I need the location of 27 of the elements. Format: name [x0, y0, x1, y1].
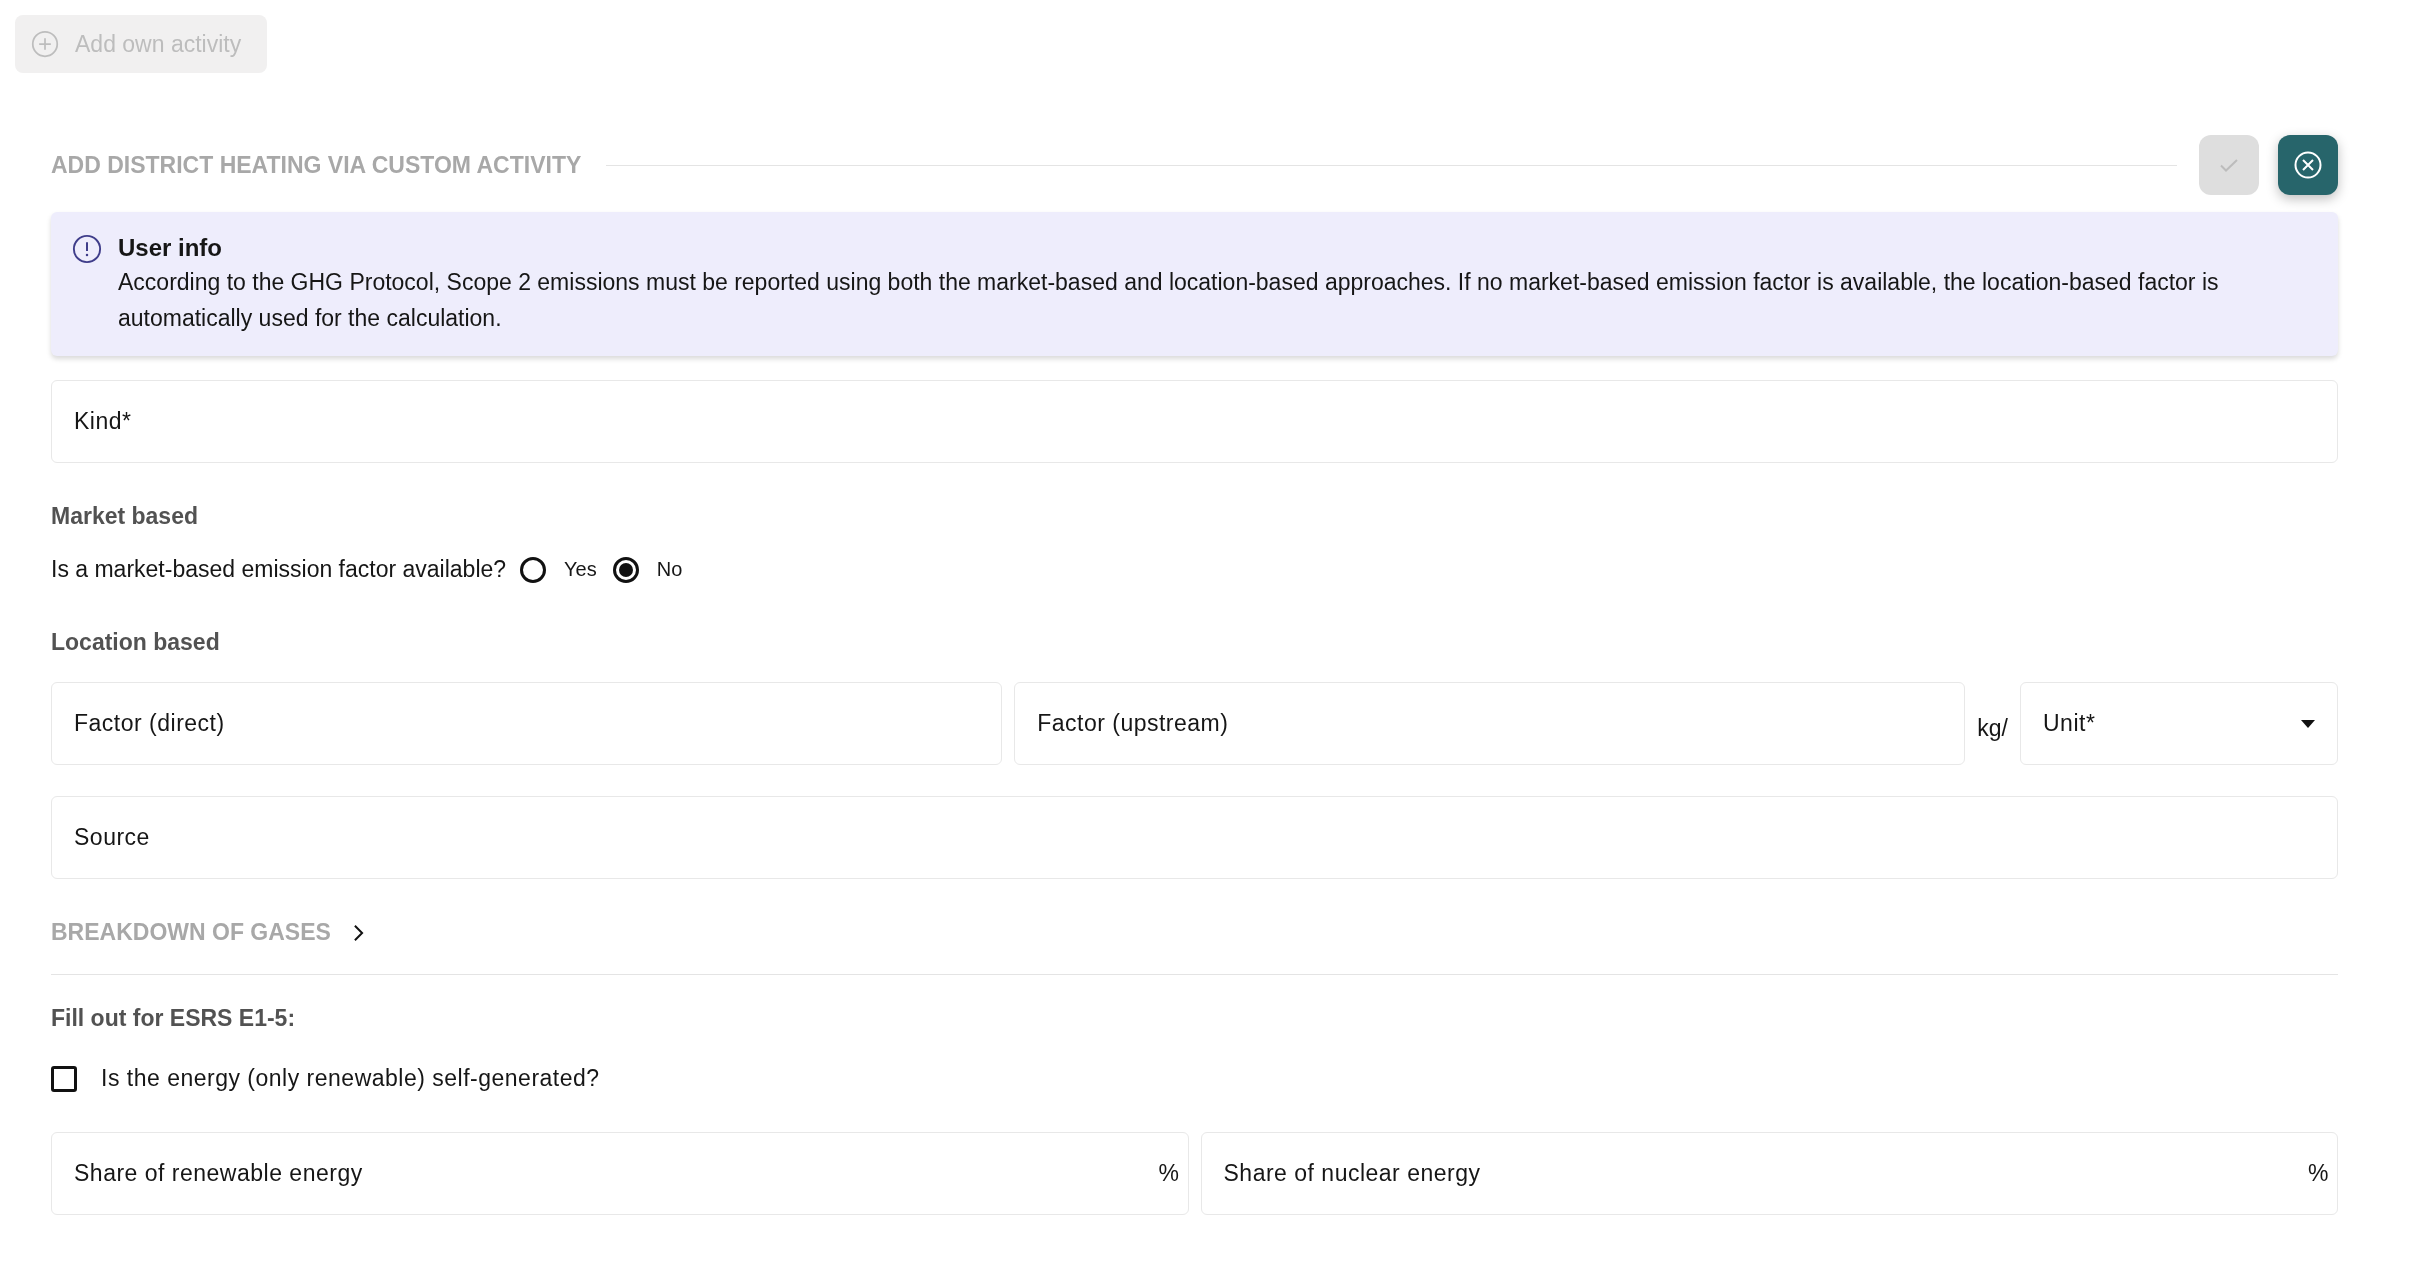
- factor-direct-field[interactable]: Factor (direct): [51, 682, 1003, 765]
- radio-label[interactable]: Yes: [564, 558, 597, 581]
- close-button[interactable]: [2278, 135, 2338, 195]
- checkbox[interactable]: [51, 1065, 77, 1092]
- unit-dropdown[interactable]: Unit*: [2020, 682, 2338, 765]
- kind-field[interactable]: Kind*: [51, 380, 2338, 463]
- radio-label[interactable]: No: [656, 558, 683, 581]
- percentage-field[interactable]: Share of nuclear energy %: [1200, 1132, 2338, 1215]
- plus-circle-icon: [31, 30, 59, 58]
- section-heading: Location based: [51, 629, 221, 656]
- chevron-icon: [352, 923, 364, 942]
- exclamation-circle-icon: [72, 234, 102, 264]
- info-title: User info: [118, 233, 223, 263]
- info-text: According to the GHG Protocol, Scope 2 emissions must be reported using both the market-based and location-based approaches. If no market-based emission factor is available, the location-based factor is automatically used for the calculation.: [118, 268, 2220, 333]
- source-field[interactable]: Source: [51, 796, 2338, 879]
- unit-prefix: kg/: [1977, 715, 2008, 742]
- radio-button[interactable]: [612, 556, 639, 583]
- section-heading: Market based: [51, 503, 199, 530]
- radio-button[interactable]: [520, 556, 547, 583]
- checkbox-label[interactable]: Is the energy (only renewable) self-generated?: [101, 1065, 600, 1092]
- percentage-field[interactable]: Share of renewable energy %: [51, 1132, 1189, 1215]
- factor-upstream-field[interactable]: Factor (upstream): [1014, 682, 1966, 765]
- section-title: ADD DISTRICT HEATING VIA CUSTOM ACTIVITY: [51, 151, 582, 179]
- question-label: Is a market-based emission factor available?: [51, 556, 507, 583]
- close-circle-icon: [2293, 150, 2323, 180]
- section-heading: Fill out for ESRS E1-5:: [51, 1005, 297, 1032]
- dropdown-caret-icon: [2301, 719, 2315, 728]
